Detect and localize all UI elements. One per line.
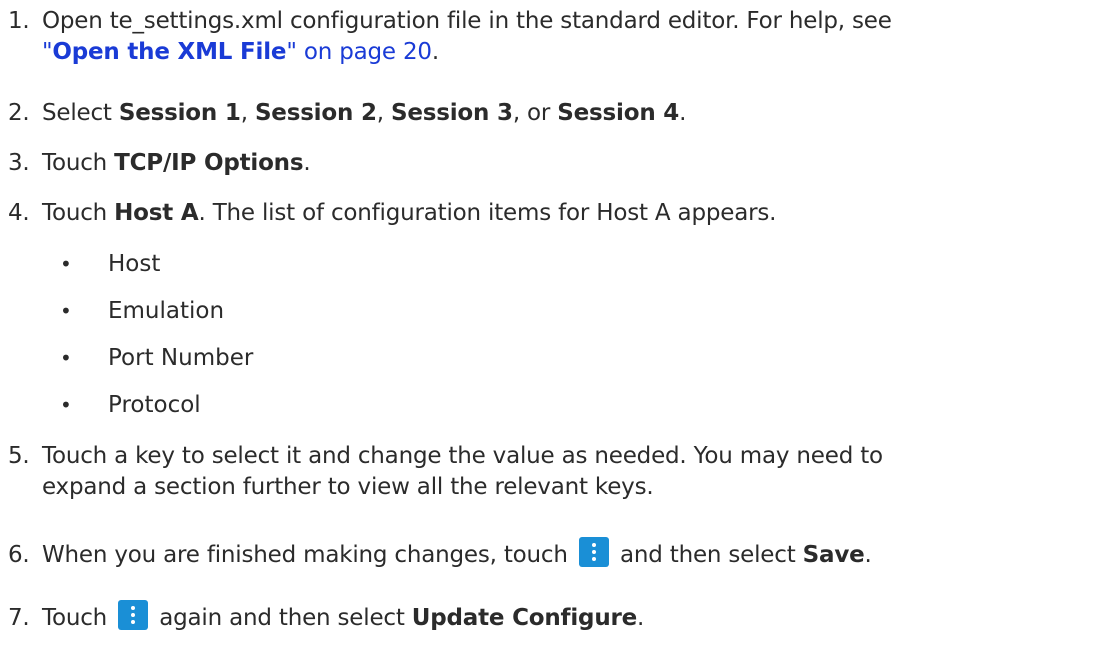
host-a-label: Host A [114, 200, 199, 226]
step-4: 4. Touch Host A. The list of configuratio… [8, 200, 777, 226]
step-5: 5. Touch a key to select it and change th… [8, 443, 883, 500]
list-item: • Protocol [60, 390, 201, 421]
list-item: • Host [60, 249, 160, 280]
bullet-icon: • [60, 252, 72, 276]
more-vert-icon [578, 537, 609, 567]
session-4-label: Session 4 [557, 100, 680, 126]
bullet-icon: • [60, 299, 72, 323]
list-item: • Emulation [60, 296, 224, 327]
update-configure-label: Update Configure [411, 605, 638, 631]
xml-file-link[interactable]: "Open the XML File" on page 20 [42, 39, 432, 65]
instruction-list: 1. Open te_settings.xml configuration fil… [0, 0, 1100, 650]
bullet-icon: • [60, 346, 72, 370]
bullet-icon: • [60, 393, 72, 417]
step-7: 7. Touch again and then select Update Con… [8, 600, 644, 634]
step-1: 1. Open te_settings.xml configuration fil… [8, 8, 892, 65]
session-1-label: Session 1 [118, 100, 241, 126]
more-vert-icon [118, 600, 149, 630]
step-6: 6. When you are finished making changes, … [8, 537, 872, 571]
tcpip-options-label: TCP/IP Options [114, 150, 304, 176]
step-3: 3. Touch TCP/IP Options. [8, 150, 311, 176]
session-3-label: Session 3 [391, 100, 513, 126]
list-item: • Port Number [60, 343, 253, 374]
step-2: 2. Select Session 1, Session 2, Session 3… [8, 100, 687, 126]
session-2-label: Session 2 [254, 100, 377, 126]
save-label: Save [802, 542, 865, 568]
